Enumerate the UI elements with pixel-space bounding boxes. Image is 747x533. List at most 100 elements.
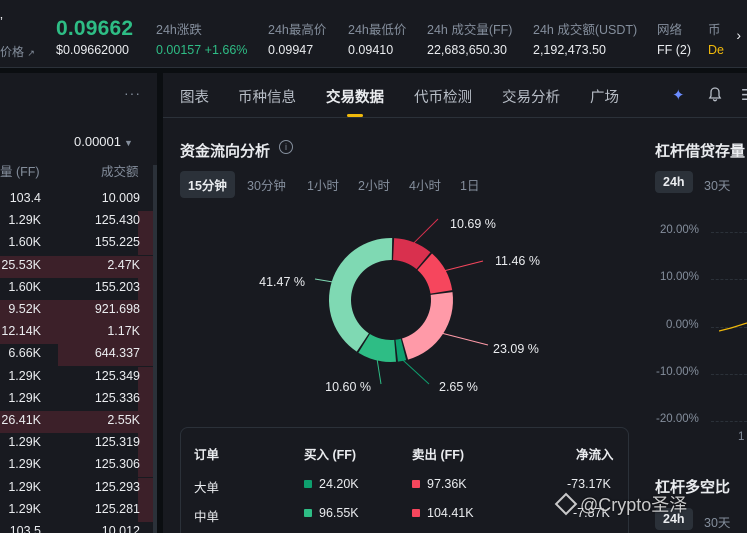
scrollbar[interactable] — [153, 165, 157, 533]
row-total: 125.349 — [94, 368, 140, 383]
header-order-type: 订单 — [194, 448, 220, 462]
stat-volume-label: 24h 成交量(FF) — [427, 23, 513, 37]
order-book-row[interactable]: 6.66K 644.337 — [0, 344, 157, 367]
row-amount: 1.29K — [8, 213, 41, 228]
row-amount: 1.29K — [8, 368, 41, 383]
row-large-sell: 97.36K — [412, 477, 467, 491]
y-tick: 10.00% — [660, 271, 700, 283]
more-icon[interactable]: ··· — [124, 85, 141, 101]
order-book-row[interactable]: 26.41K 2.55K — [0, 411, 157, 433]
stat-low-value: 0.09410 — [348, 43, 394, 57]
row-large-buy: 24.20K — [304, 477, 359, 491]
row-amount: 1.29K — [8, 479, 41, 494]
y-tick: 20.00% — [660, 224, 700, 236]
order-book-row[interactable]: 9.52K 921.698 — [0, 300, 157, 322]
row-total: 125.430 — [94, 213, 140, 228]
order-flow-table: 订单 买入 (FF) 卖出 (FF) 净流入 大单 24.20K 97.36K … — [180, 427, 629, 533]
row-medium-buy: 96.55K — [304, 506, 359, 520]
ai-sparkle-icon[interactable]: ✦ — [672, 86, 685, 104]
donut-leader-line — [376, 358, 382, 385]
ticker-bar: ’ 价格 ↗ 0.09662 $0.09662000 24h涨跌 0.00157… — [0, 0, 747, 68]
row-amount: 1.60K — [8, 279, 41, 294]
row-amount: 1.29K — [8, 435, 41, 450]
grid-line — [711, 232, 747, 233]
mark-price-label: 价格 ↗ — [0, 45, 35, 59]
row-amount: 25.53K — [1, 257, 41, 272]
order-book-row[interactable]: 1.29K 125.336 — [0, 388, 157, 411]
row-amount: 1.60K — [8, 235, 41, 250]
stat-extra-label: 币 — [708, 23, 721, 37]
main-panel: 图表 币种信息 交易数据 代币检测 交易分析 广场 ✦ ☰ 资金流向分析 i 1… — [163, 73, 747, 533]
donut-slice[interactable] — [402, 292, 453, 360]
y-tick: -10.00% — [656, 366, 699, 378]
col-total-header: 成交额 — [101, 165, 139, 179]
tick-size-select[interactable]: 0.00001 ▼ — [74, 134, 133, 149]
x-tick: 1 — [738, 431, 745, 443]
stat-network-value[interactable]: FF (2) — [657, 43, 691, 57]
row-amount: 1.29K — [8, 501, 41, 516]
donut-label: 10.60 % — [325, 380, 371, 394]
buy-swatch — [304, 480, 312, 488]
last-price: 0.09662 — [56, 17, 134, 40]
order-book-row[interactable]: 1.29K 125.306 — [0, 455, 157, 478]
donut-leader-line — [412, 218, 439, 245]
leverage-period-30d[interactable]: 30天 — [696, 171, 738, 198]
col-amount-header: 量 (FF) — [0, 165, 40, 179]
row-total: 125.281 — [94, 501, 140, 516]
donut-leader-line — [443, 260, 484, 272]
row-total: 125.336 — [94, 390, 140, 405]
stat-turnover-value: 2,192,473.50 — [533, 43, 606, 57]
order-book-row[interactable]: 1.29K 125.281 — [0, 499, 157, 522]
row-amount: 103.5 — [9, 524, 41, 533]
order-book-row[interactable]: 103.4 10.009 — [0, 189, 157, 209]
row-amount: 6.66K — [8, 346, 41, 361]
stat-volume-value: 22,683,650.30 — [427, 43, 507, 57]
leverage-line — [719, 322, 747, 332]
pair-fragment[interactable]: ’ — [0, 14, 3, 29]
row-total: 125.293 — [94, 479, 140, 494]
grid-line — [711, 279, 747, 280]
row-medium-type: 中单 — [194, 510, 220, 524]
grid-line — [711, 421, 747, 422]
last-price-usd: $0.09662000 — [56, 43, 129, 57]
donut-leader-line — [401, 358, 430, 385]
logo-icon — [554, 492, 578, 516]
header-sell: 卖出 (FF) — [412, 448, 465, 462]
stat-change-value: 0.00157 +1.66% — [156, 43, 248, 57]
donut-slice[interactable] — [329, 238, 393, 352]
order-book-row[interactable]: 25.53K 2.47K — [0, 255, 157, 278]
donut-label: 10.69 % — [450, 217, 496, 231]
order-book-row[interactable]: 1.29K 125.293 — [0, 477, 157, 500]
leverage-title: 杠杆借贷存量 — [655, 143, 746, 160]
header-buy: 买入 (FF) — [304, 448, 357, 462]
layout-icon[interactable]: ☰ — [741, 86, 747, 104]
ratio-period-30d[interactable]: 30天 — [696, 508, 738, 533]
donut-label: 11.46 % — [495, 254, 540, 268]
sell-swatch — [412, 509, 420, 517]
row-total: 1.17K — [107, 324, 140, 339]
chevron-right-icon[interactable]: › — [736, 27, 741, 43]
donut-label: 23.09 % — [493, 342, 539, 356]
order-book-row[interactable]: 1.60K 155.225 — [0, 233, 157, 256]
watermark: @Crypto圣泽 — [554, 491, 687, 517]
row-total: 155.225 — [94, 235, 140, 250]
order-book-row[interactable]: 12.14K 1.17K — [0, 322, 157, 345]
leverage-period-24h[interactable]: 24h — [655, 171, 693, 193]
row-medium-sell: 104.41K — [412, 506, 474, 520]
order-book-row[interactable]: 1.60K 155.203 — [0, 277, 157, 300]
bell-icon[interactable] — [707, 86, 723, 106]
stat-high-label: 24h最高价 — [268, 23, 327, 37]
order-book-row[interactable]: 1.29K 125.349 — [0, 366, 157, 389]
y-tick: -20.00% — [656, 413, 699, 425]
row-amount: 9.52K — [8, 302, 41, 316]
grid-line — [711, 374, 747, 375]
row-total: 2.55K — [107, 413, 140, 427]
row-amount: 26.41K — [1, 413, 41, 427]
row-large-type: 大单 — [194, 481, 220, 495]
row-total: 644.337 — [94, 346, 140, 361]
order-book-row[interactable]: 1.29K 125.430 — [0, 211, 157, 234]
stat-extra-value: De — [708, 43, 724, 57]
order-book-row[interactable]: 103.5 10.012 — [0, 522, 157, 533]
order-book-row[interactable]: 1.29K 125.319 — [0, 433, 157, 456]
sell-swatch — [412, 480, 420, 488]
